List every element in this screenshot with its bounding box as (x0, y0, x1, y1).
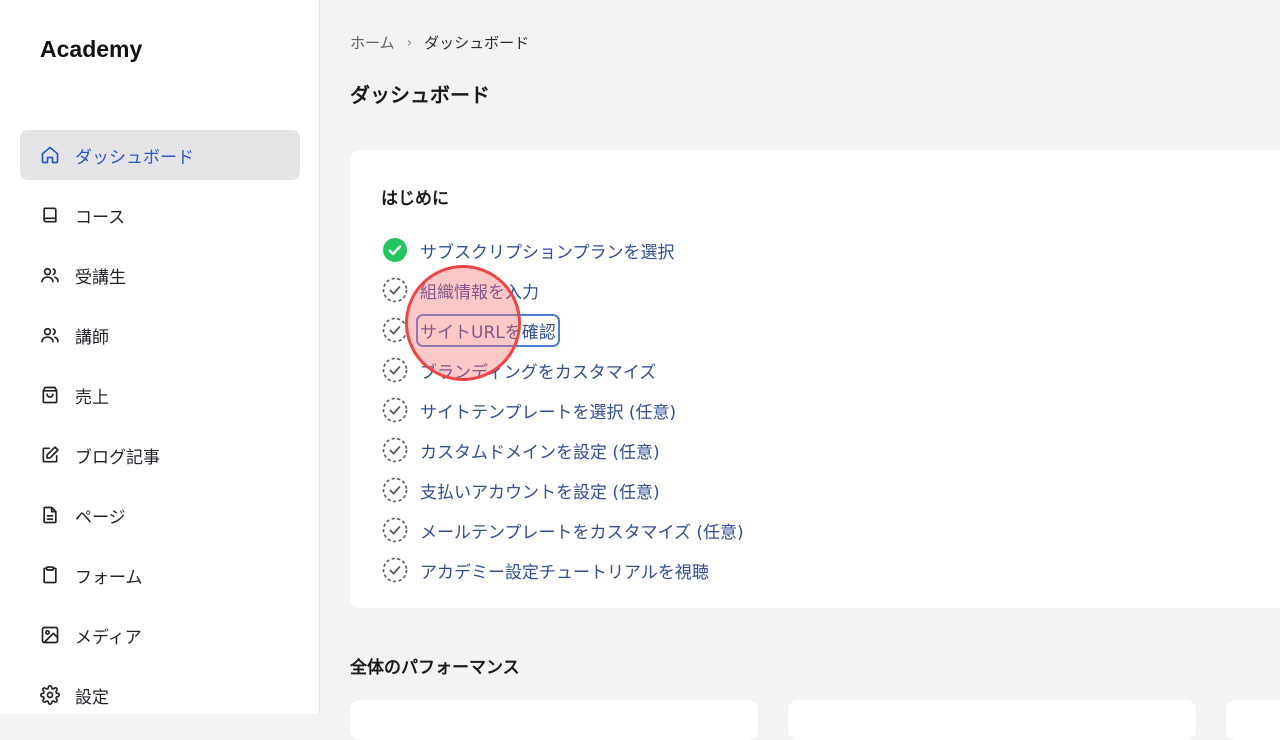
checklist-item: メールテンプレートをカスタマイズ (任意) (382, 510, 744, 550)
sidebar-item-students[interactable]: 受講生 (20, 250, 300, 300)
brand-logo: Academy (40, 36, 143, 62)
home-icon (40, 145, 60, 165)
sidebar-item-label: 売上 (75, 387, 109, 408)
clipboard-icon (40, 565, 60, 585)
shopping-bag-icon (40, 385, 60, 405)
check-circle-dashed-icon (382, 317, 408, 343)
breadcrumb-home-link[interactable]: ホーム (350, 32, 395, 53)
checklist-link-email-template[interactable]: メールテンプレートをカスタマイズ (任意) (420, 518, 744, 543)
breadcrumb-current: ダッシュボード (424, 34, 530, 52)
checklist-item: カスタムドメインを設定 (任意) (382, 430, 744, 470)
sidebar-item-pages[interactable]: ページ (20, 490, 300, 540)
checklist-link-custom-domain[interactable]: カスタムドメインを設定 (任意) (420, 438, 660, 463)
sidebar-item-dashboard[interactable]: ダッシュボード (20, 130, 300, 180)
sidebar-item-label: 講師 (75, 327, 109, 348)
gear-icon (40, 685, 60, 705)
users-icon (40, 325, 60, 345)
users-icon (40, 265, 60, 285)
checklist-item: アカデミー設定チュートリアルを視聴 (382, 550, 744, 590)
book-icon (40, 205, 60, 225)
checklist-link-payment-account[interactable]: 支払いアカウントを設定 (任意) (420, 478, 660, 503)
sidebar-nav: ダッシュボード コース 受講生 講師 売上 ブログ記事 ページ フォーム メディ… (20, 130, 300, 730)
check-circle-dashed-icon (382, 357, 408, 383)
getting-started-title: はじめに (381, 189, 449, 209)
checklist-item: 組織情報を入力 (382, 270, 744, 310)
page-title: ダッシュボード (350, 83, 490, 107)
edit-icon (40, 445, 60, 465)
check-circle-dashed-icon (382, 397, 408, 423)
checklist-link-branding[interactable]: ブランディングをカスタマイズ (420, 358, 656, 383)
check-circle-dashed-icon (382, 557, 408, 583)
sidebar-item-blog[interactable]: ブログ記事 (20, 430, 300, 480)
sidebar-item-label: ページ (75, 507, 126, 528)
sidebar-item-sales[interactable]: 売上 (20, 370, 300, 420)
document-icon (40, 505, 60, 525)
image-icon (40, 625, 60, 645)
sidebar-item-label: フォーム (75, 567, 143, 588)
checklist-link-site-url[interactable]: サイトURLを確認 (416, 313, 560, 347)
breadcrumb: ホーム › ダッシュボード (350, 32, 529, 53)
sidebar-item-courses[interactable]: コース (20, 190, 300, 240)
checklist-item: ブランディングをカスタマイズ (382, 350, 744, 390)
checklist-item: サイトURLを確認 (382, 310, 744, 350)
checklist: サブスクリプションプランを選択 組織情報を入力 サイトURLを確認 ブランディン… (382, 230, 744, 590)
sidebar-item-label: メディア (75, 627, 142, 648)
sidebar: Academy ダッシュボード コース 受講生 講師 売上 ブログ記事 ページ … (0, 0, 320, 714)
check-circle-dashed-icon (382, 437, 408, 463)
chevron-right-icon: › (406, 34, 413, 51)
sidebar-item-label: ダッシュボード (75, 147, 194, 168)
check-circle-dashed-icon (382, 277, 408, 303)
checklist-item: サイトテンプレートを選択 (任意) (382, 390, 744, 430)
sidebar-item-settings[interactable]: 設定 (20, 670, 300, 720)
performance-section-title: 全体のパフォーマンス (350, 658, 520, 678)
check-circle-dashed-icon (382, 517, 408, 543)
sidebar-item-label: 設定 (75, 687, 109, 708)
checklist-link-subscription-plan[interactable]: サブスクリプションプランを選択 (420, 238, 675, 263)
checklist-item: 支払いアカウントを設定 (任意) (382, 470, 744, 510)
sidebar-item-label: ブログ記事 (75, 447, 160, 468)
check-circle-dashed-icon (382, 477, 408, 503)
checklist-link-site-template[interactable]: サイトテンプレートを選択 (任意) (420, 398, 676, 423)
sidebar-item-forms[interactable]: フォーム (20, 550, 300, 600)
sidebar-item-label: コース (75, 207, 126, 228)
sidebar-item-label: 受講生 (75, 267, 126, 288)
performance-card (788, 700, 1196, 740)
checklist-link-organization-info[interactable]: 組織情報を入力 (420, 278, 539, 303)
getting-started-card: はじめに サブスクリプションプランを選択 組織情報を入力 サイトURLを確認 ブ… (350, 150, 1280, 608)
sidebar-item-media[interactable]: メディア (20, 610, 300, 660)
checklist-link-tutorial[interactable]: アカデミー設定チュートリアルを視聴 (420, 558, 709, 583)
checklist-item: サブスクリプションプランを選択 (382, 230, 744, 270)
performance-card (350, 700, 758, 740)
check-circle-filled-icon (382, 237, 408, 263)
sidebar-item-instructors[interactable]: 講師 (20, 310, 300, 360)
performance-card (1226, 700, 1280, 740)
